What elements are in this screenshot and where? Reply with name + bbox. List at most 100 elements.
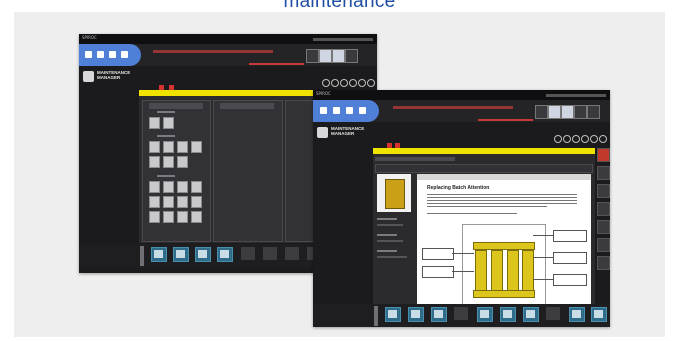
- step-indicators: [321, 74, 377, 105]
- panel-header: [149, 103, 203, 109]
- part-tile[interactable]: [191, 181, 202, 193]
- toolbar-icon-3[interactable]: [195, 247, 211, 262]
- screenshot-front: SPIROC MAINTENANCE MANAGER Replacing Bat…: [313, 90, 610, 327]
- text-line: [427, 206, 547, 207]
- part-tile[interactable]: [163, 211, 174, 223]
- side-button[interactable]: [597, 202, 610, 216]
- toolbar-icon-5[interactable]: [500, 307, 516, 322]
- nav-button-2[interactable]: [548, 105, 561, 119]
- side-handle[interactable]: [140, 246, 144, 266]
- callout-box: [553, 274, 587, 286]
- part-tile[interactable]: [163, 156, 174, 168]
- leader-line: [452, 253, 474, 254]
- part-tile[interactable]: [149, 156, 160, 168]
- alert-message: [153, 50, 273, 53]
- nav-button-4[interactable]: [574, 105, 587, 119]
- back-icon[interactable]: [97, 51, 104, 58]
- wrench-icon: [83, 71, 94, 82]
- panel-header: [220, 103, 274, 109]
- side-button[interactable]: [597, 238, 610, 252]
- nav-button-1[interactable]: [306, 49, 319, 63]
- diagram-part: [491, 250, 503, 292]
- info-value: [377, 224, 403, 226]
- toolbar-icon-2[interactable]: [173, 247, 189, 262]
- nav-bar: [313, 100, 610, 122]
- leader-line: [533, 257, 553, 258]
- callout-box: [553, 252, 587, 264]
- nav-button-1[interactable]: [535, 105, 548, 119]
- part-tile[interactable]: [149, 196, 160, 208]
- part-tile[interactable]: [177, 211, 188, 223]
- toolbar-icon-4[interactable]: [477, 307, 493, 322]
- side-button[interactable]: [597, 220, 610, 234]
- info-label: [377, 234, 397, 236]
- text-line: [427, 213, 517, 214]
- bottom-toolbar: [313, 304, 610, 327]
- user-icon[interactable]: [359, 107, 366, 114]
- part-tile[interactable]: [149, 141, 160, 153]
- part-tile[interactable]: [149, 211, 160, 223]
- alert-message: [393, 106, 513, 109]
- toolbar-icon-1[interactable]: [151, 247, 167, 262]
- toolbar-icon-3[interactable]: [431, 307, 447, 322]
- toolbar-icon-7[interactable]: [569, 307, 585, 322]
- toolbar-icon-1[interactable]: [385, 307, 401, 322]
- part-tile[interactable]: [177, 181, 188, 193]
- settings-icon[interactable]: [109, 51, 116, 58]
- part-image-panel: [377, 174, 411, 212]
- settings-icon[interactable]: [346, 107, 353, 114]
- part-tile[interactable]: [191, 211, 202, 223]
- home-icon[interactable]: [85, 51, 92, 58]
- side-button[interactable]: [597, 256, 610, 270]
- part-tile[interactable]: [149, 181, 160, 193]
- wrench-icon: [317, 127, 328, 138]
- side-button[interactable]: [597, 166, 610, 180]
- toolbar-slot: [241, 247, 255, 260]
- home-icon[interactable]: [320, 107, 327, 114]
- group-label: [157, 175, 175, 177]
- toolbar-icon-2[interactable]: [408, 307, 424, 322]
- toolbar-slot: [454, 307, 468, 320]
- part-image: [385, 179, 405, 209]
- toolbar-icon-8[interactable]: [591, 307, 607, 322]
- info-label: [377, 218, 397, 220]
- leader-line: [533, 279, 553, 280]
- side-handle[interactable]: [374, 306, 378, 326]
- part-tile[interactable]: [191, 196, 202, 208]
- part-tile[interactable]: [191, 141, 202, 153]
- text-line: [427, 197, 577, 198]
- part-tile[interactable]: [163, 181, 174, 193]
- nav-pill: [313, 100, 379, 122]
- diagram-part: [473, 290, 535, 298]
- user-icon[interactable]: [121, 51, 128, 58]
- part-tile[interactable]: [163, 196, 174, 208]
- part-tile[interactable]: [177, 196, 188, 208]
- flag-icon: [159, 85, 164, 90]
- breadcrumb-bar: [375, 157, 455, 161]
- back-icon[interactable]: [333, 107, 340, 114]
- part-tile[interactable]: [163, 141, 174, 153]
- part-tile[interactable]: [177, 141, 188, 153]
- nav-button-3[interactable]: [561, 105, 574, 119]
- toolbar-icon-4[interactable]: [217, 247, 233, 262]
- toolbar-icon-6[interactable]: [523, 307, 539, 322]
- info-value: [377, 240, 403, 242]
- document-viewer: Replacing Batch Attention: [417, 180, 591, 306]
- part-tile[interactable]: [177, 156, 188, 168]
- side-button[interactable]: [597, 184, 610, 198]
- part-tile[interactable]: [149, 117, 160, 129]
- text-line: [427, 194, 577, 195]
- nav-button-3[interactable]: [332, 49, 345, 63]
- diagram-part: [507, 250, 519, 292]
- part-tile[interactable]: [163, 117, 174, 129]
- text-line: [427, 203, 577, 204]
- nav-button-5[interactable]: [587, 105, 600, 119]
- nav-button-2[interactable]: [319, 49, 332, 63]
- group-label: [157, 111, 175, 113]
- nav-bar: [79, 44, 377, 66]
- callout-box: [553, 230, 587, 242]
- callout-box: [422, 266, 454, 278]
- nav-button-4[interactable]: [345, 49, 358, 63]
- side-button-close[interactable]: [597, 148, 610, 162]
- group-label: [157, 135, 175, 137]
